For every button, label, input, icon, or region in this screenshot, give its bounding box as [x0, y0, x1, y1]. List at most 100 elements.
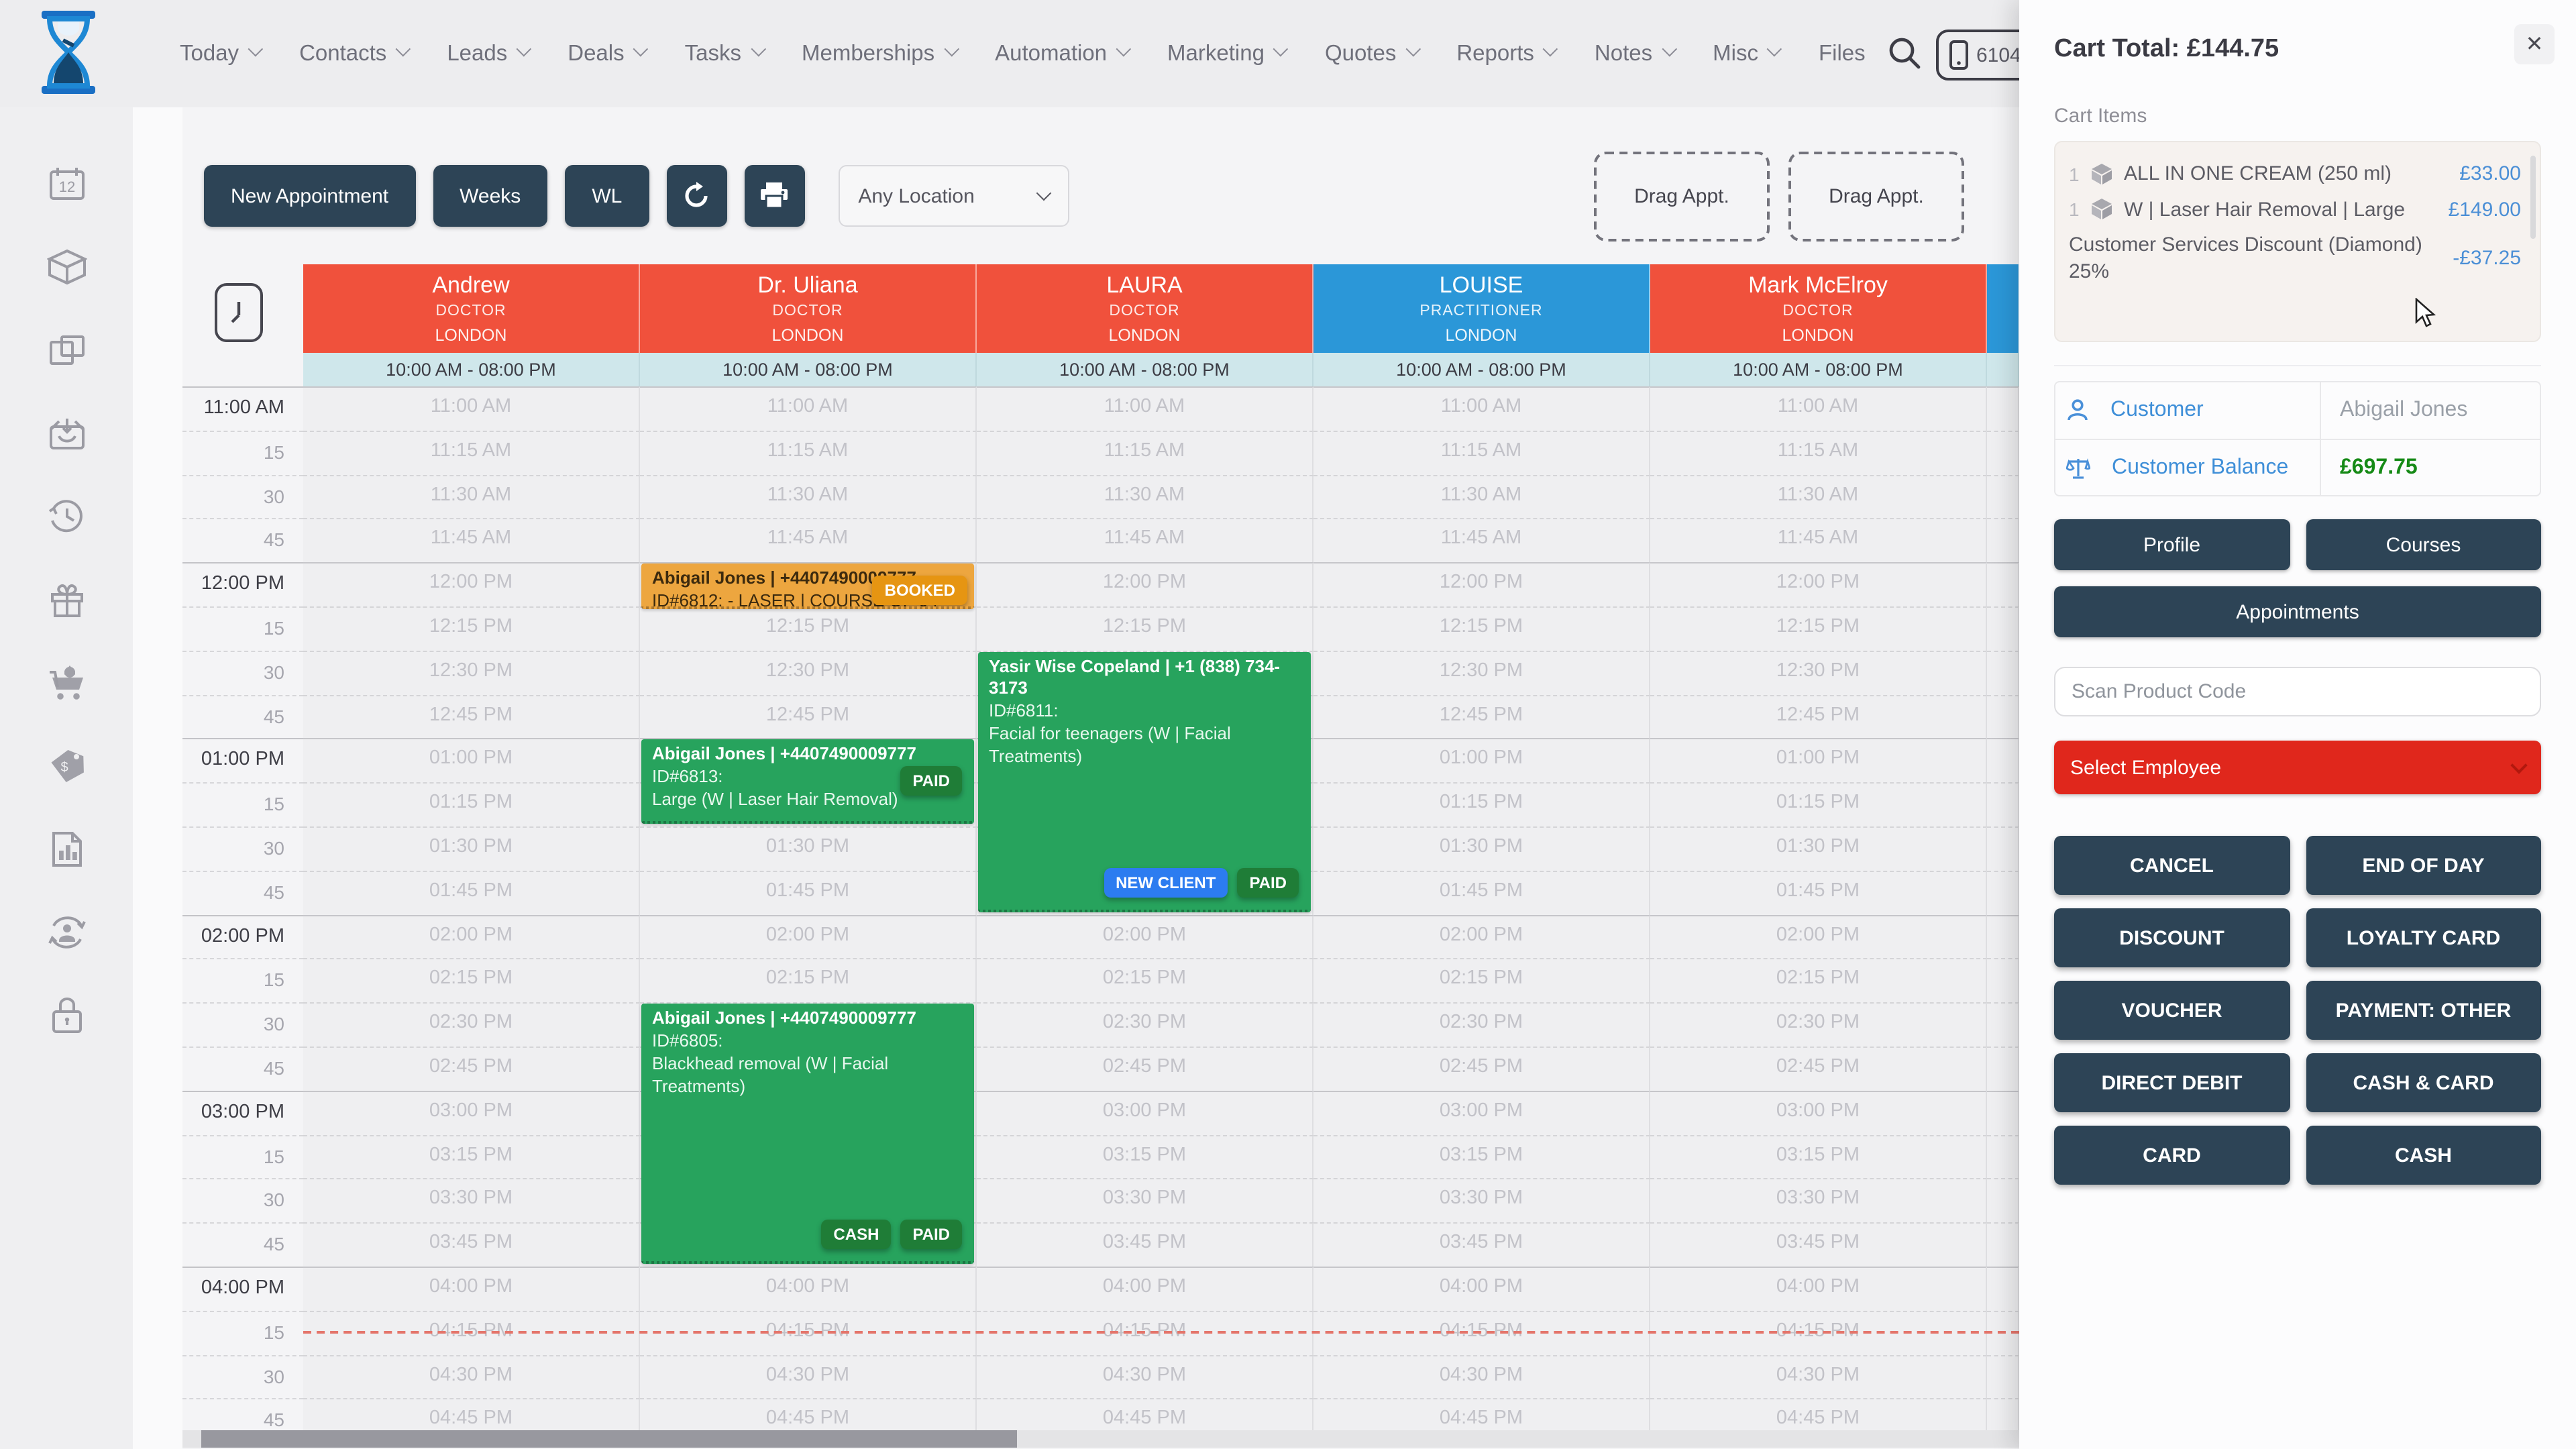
slot-mark-mcelroy-12-15-pm[interactable]: 12:15 PM	[1650, 606, 1987, 651]
slot-dr-uliana-12-30-pm[interactable]: 12:30 PM	[640, 651, 977, 695]
slot-laura-02-15-pm[interactable]: 02:15 PM	[977, 959, 1313, 1003]
slot-mark-mcelroy-04-00-pm[interactable]: 04:00 PM	[1650, 1267, 1987, 1311]
gift-icon[interactable]	[44, 577, 89, 623]
slot-partial-11-45-am[interactable]	[1987, 519, 2019, 563]
slot-mark-mcelroy-01-45-pm[interactable]: 01:45 PM	[1650, 871, 1987, 915]
slot-andrew-12-15-pm[interactable]: 12:15 PM	[303, 606, 640, 651]
slot-partial-03-15-pm[interactable]	[1987, 1134, 2019, 1179]
nav-item-tasks[interactable]: Tasks	[685, 41, 761, 66]
slot-dr-uliana-12-15-pm[interactable]: 12:15 PM	[640, 606, 977, 651]
slot-laura-12-15-pm[interactable]: 12:15 PM	[977, 606, 1313, 651]
slot-laura-11-45-am[interactable]: 11:45 AM	[977, 519, 1313, 563]
slot-mark-mcelroy-03-45-pm[interactable]: 03:45 PM	[1650, 1222, 1987, 1267]
nav-item-contacts[interactable]: Contacts	[299, 41, 407, 66]
slot-andrew-04-15-pm[interactable]: 04:15 PM	[303, 1310, 640, 1354]
slot-louise-12-00-pm[interactable]: 12:00 PM	[1313, 562, 1650, 606]
slot-andrew-03-00-pm[interactable]: 03:00 PM	[303, 1091, 640, 1135]
close-icon[interactable]: ✕	[2514, 24, 2555, 64]
slot-mark-mcelroy-03-15-pm[interactable]: 03:15 PM	[1650, 1134, 1987, 1179]
slot-dr-uliana-04-30-pm[interactable]: 04:30 PM	[640, 1354, 977, 1399]
slot-andrew-11-15-am[interactable]: 11:15 AM	[303, 431, 640, 475]
slot-andrew-11-30-am[interactable]: 11:30 AM	[303, 474, 640, 519]
slot-laura-04-30-pm[interactable]: 04:30 PM	[977, 1354, 1313, 1399]
slot-louise-04-15-pm[interactable]: 04:15 PM	[1313, 1310, 1650, 1354]
appointment-abigail-jones[interactable]: Abigail Jones | +4407490009777ID#6813:La…	[641, 740, 974, 824]
slot-partial-01-15-pm[interactable]	[1987, 782, 2019, 826]
cart-item-row[interactable]: 1ALL IN ONE CREAM (250 ml)£33.00	[2069, 161, 2521, 187]
slot-louise-01-00-pm[interactable]: 01:00 PM	[1313, 739, 1650, 783]
customer-name-field[interactable]: Abigail Jones	[2321, 398, 2467, 423]
print-button[interactable]	[744, 165, 804, 227]
nav-item-deals[interactable]: Deals	[568, 41, 644, 66]
cart-item-row[interactable]: 1W | Laser Hair Removal | Large£149.00	[2069, 197, 2521, 223]
nav-item-files[interactable]: Files	[1819, 41, 1866, 66]
action-button-end-of-day[interactable]: END OF DAY	[2306, 836, 2541, 895]
slot-partial-04-15-pm[interactable]	[1987, 1310, 2019, 1354]
nav-item-marketing[interactable]: Marketing	[1167, 41, 1285, 66]
nav-item-memberships[interactable]: Memberships	[802, 41, 955, 66]
slot-laura-03-45-pm[interactable]: 03:45 PM	[977, 1222, 1313, 1267]
nav-item-leads[interactable]: Leads	[447, 41, 527, 66]
slot-andrew-12-45-pm[interactable]: 12:45 PM	[303, 694, 640, 739]
slot-mark-mcelroy-02-45-pm[interactable]: 02:45 PM	[1650, 1046, 1987, 1091]
slot-louise-12-15-pm[interactable]: 12:15 PM	[1313, 606, 1650, 651]
slot-partial-11-00-am[interactable]	[1987, 386, 2019, 431]
nav-item-misc[interactable]: Misc	[1713, 41, 1778, 66]
client-sync-icon[interactable]	[44, 910, 89, 955]
location-select[interactable]: Any Location	[838, 165, 1069, 227]
slot-mark-mcelroy-02-15-pm[interactable]: 02:15 PM	[1650, 959, 1987, 1003]
slot-partial-04-30-pm[interactable]	[1987, 1354, 2019, 1399]
column-header-dr-uliana[interactable]: Dr. UlianaDOCTORLONDON	[640, 264, 977, 353]
slot-mark-mcelroy-11-15-am[interactable]: 11:15 AM	[1650, 431, 1987, 475]
slot-dr-uliana-12-45-pm[interactable]: 12:45 PM	[640, 694, 977, 739]
slot-partial-01-30-pm[interactable]	[1987, 826, 2019, 871]
app-logo-hourglass-icon[interactable]	[38, 11, 99, 94]
slot-mark-mcelroy-02-00-pm[interactable]: 02:00 PM	[1650, 914, 1987, 959]
slot-louise-03-45-pm[interactable]: 03:45 PM	[1313, 1222, 1650, 1267]
slot-andrew-02-45-pm[interactable]: 02:45 PM	[303, 1046, 640, 1091]
slot-laura-12-00-pm[interactable]: 12:00 PM	[977, 562, 1313, 606]
slot-mark-mcelroy-12-00-pm[interactable]: 12:00 PM	[1650, 562, 1987, 606]
slot-mark-mcelroy-01-15-pm[interactable]: 01:15 PM	[1650, 782, 1987, 826]
slot-mark-mcelroy-03-30-pm[interactable]: 03:30 PM	[1650, 1179, 1987, 1223]
slot-dr-uliana-01-30-pm[interactable]: 01:30 PM	[640, 826, 977, 871]
slot-andrew-02-00-pm[interactable]: 02:00 PM	[303, 914, 640, 959]
slot-partial-03-00-pm[interactable]	[1987, 1091, 2019, 1135]
slot-mark-mcelroy-04-15-pm[interactable]: 04:15 PM	[1650, 1310, 1987, 1354]
horizontal-scrollbar[interactable]	[182, 1430, 2019, 1448]
bag-import-icon[interactable]	[44, 411, 89, 456]
slot-laura-04-00-pm[interactable]: 04:00 PM	[977, 1267, 1313, 1311]
slot-louise-02-00-pm[interactable]: 02:00 PM	[1313, 914, 1650, 959]
action-button-voucher[interactable]: VOUCHER	[2054, 981, 2290, 1040]
slot-louise-11-00-am[interactable]: 11:00 AM	[1313, 386, 1650, 431]
slot-andrew-01-00-pm[interactable]: 01:00 PM	[303, 739, 640, 783]
appointment-abigail-jones[interactable]: Abigail Jones | +4407490009777ID#6812: -…	[641, 564, 974, 608]
slot-louise-03-00-pm[interactable]: 03:00 PM	[1313, 1091, 1650, 1135]
slot-andrew-12-00-pm[interactable]: 12:00 PM	[303, 562, 640, 606]
waitlist-button[interactable]: WL	[565, 165, 649, 227]
slot-mark-mcelroy-02-30-pm[interactable]: 02:30 PM	[1650, 1002, 1987, 1046]
slot-andrew-03-30-pm[interactable]: 03:30 PM	[303, 1179, 640, 1223]
slot-laura-11-30-am[interactable]: 11:30 AM	[977, 474, 1313, 519]
lock-icon[interactable]	[44, 993, 89, 1038]
slot-dr-uliana-11-00-am[interactable]: 11:00 AM	[640, 386, 977, 431]
slot-mark-mcelroy-12-45-pm[interactable]: 12:45 PM	[1650, 694, 1987, 739]
customer-balance-link[interactable]: Customer Balance	[2112, 455, 2288, 480]
slot-dr-uliana-11-45-am[interactable]: 11:45 AM	[640, 519, 977, 563]
action-button-discount[interactable]: DISCOUNT	[2054, 908, 2290, 967]
slot-andrew-02-15-pm[interactable]: 02:15 PM	[303, 959, 640, 1003]
slot-partial-02-45-pm[interactable]	[1987, 1046, 2019, 1091]
action-button-loyalty-card[interactable]: LOYALTY CARD	[2306, 908, 2541, 967]
slot-dr-uliana-11-30-am[interactable]: 11:30 AM	[640, 474, 977, 519]
slot-mark-mcelroy-12-30-pm[interactable]: 12:30 PM	[1650, 651, 1987, 695]
package-icon[interactable]	[44, 244, 89, 290]
action-button-cash-card[interactable]: CASH & CARD	[2306, 1053, 2541, 1112]
slot-partial-12-15-pm[interactable]	[1987, 606, 2019, 651]
column-header-partial[interactable]	[1987, 264, 2019, 353]
slot-mark-mcelroy-01-30-pm[interactable]: 01:30 PM	[1650, 826, 1987, 871]
slot-partial-02-15-pm[interactable]	[1987, 959, 2019, 1003]
slot-andrew-02-30-pm[interactable]: 02:30 PM	[303, 1002, 640, 1046]
slot-louise-04-30-pm[interactable]: 04:30 PM	[1313, 1354, 1650, 1399]
slot-laura-03-00-pm[interactable]: 03:00 PM	[977, 1091, 1313, 1135]
slot-dr-uliana-04-15-pm[interactable]: 04:15 PM	[640, 1310, 977, 1354]
